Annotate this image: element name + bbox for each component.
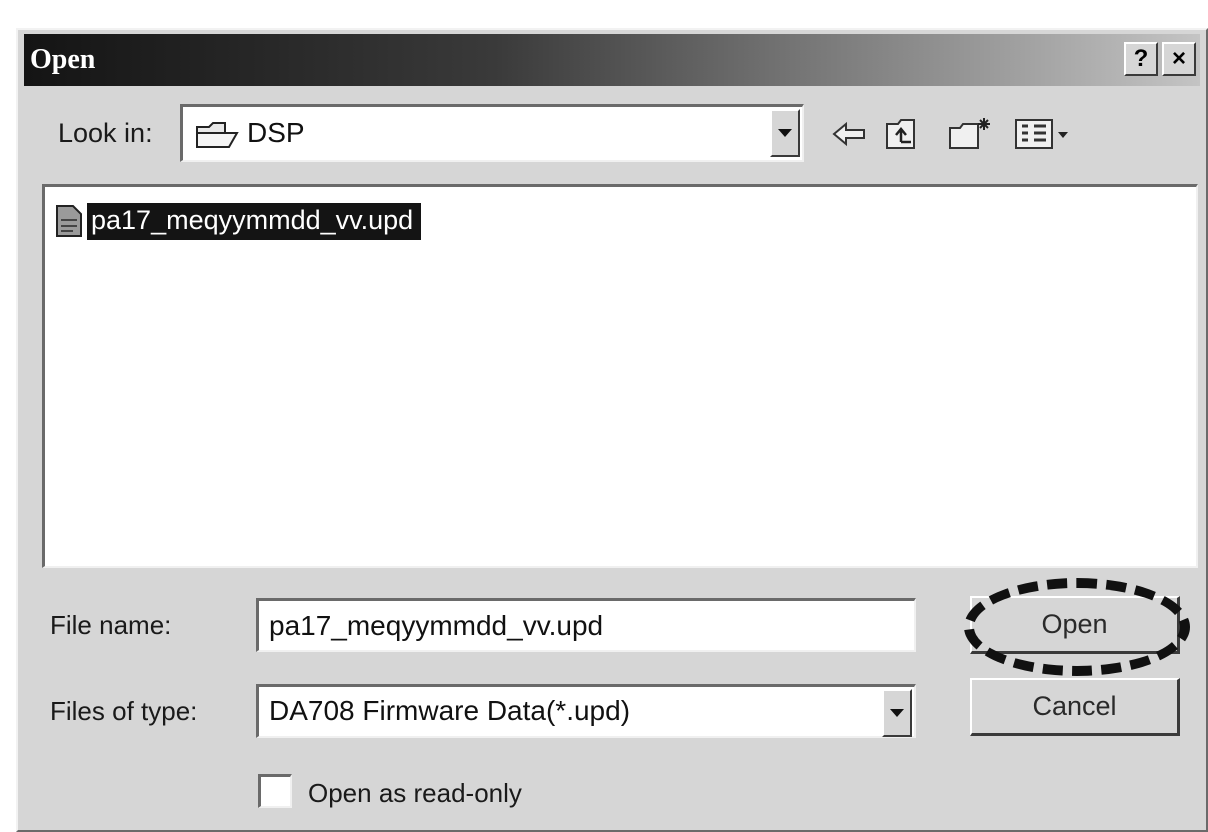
close-button[interactable]: ×: [1162, 42, 1196, 76]
file-type-dropdown-arrow[interactable]: [882, 689, 912, 737]
open-button[interactable]: Open: [970, 596, 1180, 654]
file-name-input[interactable]: [256, 598, 916, 652]
dialog-title: Open: [30, 44, 96, 75]
title-bar: Open ? ×: [24, 34, 1200, 86]
chevron-down-icon: [890, 709, 904, 717]
views-menu-icon[interactable]: [1014, 116, 1084, 152]
back-arrow-icon[interactable]: [830, 116, 870, 152]
close-icon: ×: [1171, 45, 1186, 72]
file-type-dropdown[interactable]: DA708 Firmware Data(*.upd): [256, 684, 916, 738]
folder-icon: [196, 122, 239, 148]
chevron-down-icon: [778, 129, 792, 137]
up-one-level-icon[interactable]: [884, 116, 924, 152]
look-in-dropdown-arrow[interactable]: [770, 109, 800, 157]
help-button[interactable]: ?: [1124, 42, 1158, 76]
file-list[interactable]: pa17_meqyymmdd_vv.upd: [42, 184, 1198, 568]
list-item[interactable]: pa17_meqyymmdd_vv.upd: [55, 201, 422, 241]
open-button-label: Open: [1041, 609, 1108, 639]
file-name: pa17_meqyymmdd_vv.upd: [87, 202, 422, 240]
file-name-label: File name:: [50, 610, 172, 640]
look-in-dropdown[interactable]: DSP: [180, 104, 804, 162]
file-icon: [56, 205, 82, 237]
look-in-value: DSP: [247, 117, 305, 148]
read-only-label: Open as read-only: [308, 778, 522, 808]
help-icon: ?: [1133, 45, 1149, 72]
cancel-button[interactable]: Cancel: [970, 678, 1180, 736]
read-only-checkbox[interactable]: [258, 774, 292, 808]
new-folder-icon[interactable]: [948, 116, 992, 152]
open-dialog: Open ? × Look in: DSP pa17_meqyymmdd_vv.…: [16, 28, 1208, 832]
look-in-label: Look in:: [58, 118, 153, 148]
file-type-label: Files of type:: [50, 696, 198, 726]
cancel-button-label: Cancel: [1032, 691, 1117, 721]
file-type-value: DA708 Firmware Data(*.upd): [269, 695, 631, 726]
